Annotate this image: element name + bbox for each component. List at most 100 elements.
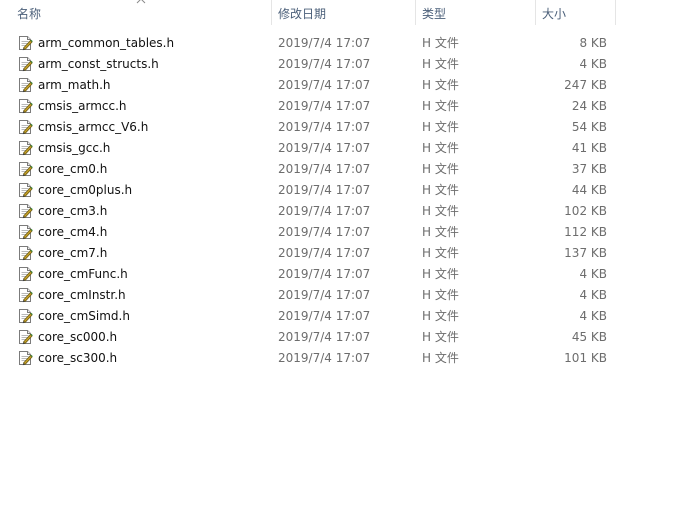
file-row[interactable]: core_cmInstr.h 2019/7/4 17:07 H 文件 4 KB — [0, 285, 674, 306]
header-file-icon — [19, 246, 33, 261]
file-name: core_cm4.h — [38, 225, 108, 239]
column-divider[interactable] — [271, 0, 272, 25]
file-row[interactable]: cmsis_armcc.h 2019/7/4 17:07 H 文件 24 KB — [0, 96, 674, 117]
column-divider[interactable] — [415, 0, 416, 25]
file-size: 37 KB — [571, 162, 607, 176]
file-name: core_cm0.h — [38, 162, 108, 176]
file-row[interactable]: core_cm4.h 2019/7/4 17:07 H 文件 112 KB — [0, 222, 674, 243]
file-type: H 文件 — [422, 351, 459, 365]
file-modified-date: 2019/7/4 17:07 — [278, 288, 371, 302]
file-modified-date: 2019/7/4 17:07 — [278, 57, 371, 71]
file-list: arm_common_tables.h 2019/7/4 17:07 H 文件 … — [0, 33, 674, 369]
file-modified-date: 2019/7/4 17:07 — [278, 162, 371, 176]
file-row[interactable]: core_cm0.h 2019/7/4 17:07 H 文件 37 KB — [0, 159, 674, 180]
file-name: cmsis_armcc.h — [38, 99, 127, 113]
column-divider[interactable] — [615, 0, 616, 25]
column-header-date-label: 修改日期 — [278, 7, 327, 21]
column-header-name[interactable]: 名称 — [17, 0, 271, 28]
file-type: H 文件 — [422, 309, 459, 323]
file-modified-date: 2019/7/4 17:07 — [278, 141, 371, 155]
file-type: H 文件 — [422, 330, 459, 344]
file-size: 41 KB — [571, 141, 607, 155]
file-row[interactable]: arm_const_structs.h 2019/7/4 17:07 H 文件 … — [0, 54, 674, 75]
file-type: H 文件 — [422, 99, 459, 113]
header-file-icon — [19, 225, 33, 240]
file-name: arm_const_structs.h — [38, 57, 159, 71]
column-header-type[interactable]: 类型 — [422, 0, 534, 28]
file-type: H 文件 — [422, 162, 459, 176]
file-name: core_sc300.h — [38, 351, 118, 365]
file-name: core_cmFunc.h — [38, 267, 128, 281]
file-row[interactable]: core_sc000.h 2019/7/4 17:07 H 文件 45 KB — [0, 327, 674, 348]
file-name: core_sc000.h — [38, 330, 118, 344]
file-name: core_cm7.h — [38, 246, 108, 260]
file-modified-date: 2019/7/4 17:07 — [278, 204, 371, 218]
file-modified-date: 2019/7/4 17:07 — [278, 225, 371, 239]
file-type: H 文件 — [422, 57, 459, 71]
file-row[interactable]: core_cm0plus.h 2019/7/4 17:07 H 文件 44 KB — [0, 180, 674, 201]
file-modified-date: 2019/7/4 17:07 — [278, 120, 371, 134]
file-row[interactable]: arm_math.h 2019/7/4 17:07 H 文件 247 KB — [0, 75, 674, 96]
file-size: 44 KB — [571, 183, 607, 197]
file-type: H 文件 — [422, 183, 459, 197]
file-size: 4 KB — [579, 267, 607, 281]
file-size: 8 KB — [579, 36, 607, 50]
file-row[interactable]: core_cmFunc.h 2019/7/4 17:07 H 文件 4 KB — [0, 264, 674, 285]
header-file-icon — [19, 330, 33, 345]
file-row[interactable]: core_sc300.h 2019/7/4 17:07 H 文件 101 KB — [0, 348, 674, 369]
file-name: core_cmSimd.h — [38, 309, 130, 323]
file-size: 4 KB — [579, 309, 607, 323]
header-file-icon — [19, 267, 33, 282]
column-header-date[interactable]: 修改日期 — [278, 0, 414, 28]
file-size: 4 KB — [579, 288, 607, 302]
file-modified-date: 2019/7/4 17:07 — [278, 183, 371, 197]
header-file-icon — [19, 204, 33, 219]
file-name: arm_common_tables.h — [38, 36, 175, 50]
file-name: arm_math.h — [38, 78, 111, 92]
file-type: H 文件 — [422, 204, 459, 218]
file-name: cmsis_gcc.h — [38, 141, 111, 155]
file-modified-date: 2019/7/4 17:07 — [278, 246, 371, 260]
header-file-icon — [19, 162, 33, 177]
file-modified-date: 2019/7/4 17:07 — [278, 267, 371, 281]
file-row[interactable]: core_cm3.h 2019/7/4 17:07 H 文件 102 KB — [0, 201, 674, 222]
header-file-icon — [19, 351, 33, 366]
column-header-size[interactable]: 大小 — [542, 0, 614, 28]
file-modified-date: 2019/7/4 17:07 — [278, 78, 371, 92]
file-type: H 文件 — [422, 246, 459, 260]
file-type: H 文件 — [422, 78, 459, 92]
file-modified-date: 2019/7/4 17:07 — [278, 99, 371, 113]
file-name: core_cmInstr.h — [38, 288, 126, 302]
column-divider[interactable] — [535, 0, 536, 25]
file-size: 137 KB — [564, 246, 607, 260]
file-modified-date: 2019/7/4 17:07 — [278, 309, 371, 323]
file-size: 24 KB — [571, 99, 607, 113]
column-header-size-label: 大小 — [542, 7, 567, 21]
file-modified-date: 2019/7/4 17:07 — [278, 36, 371, 50]
file-size: 45 KB — [571, 330, 607, 344]
file-row[interactable]: cmsis_gcc.h 2019/7/4 17:07 H 文件 41 KB — [0, 138, 674, 159]
file-name: core_cm3.h — [38, 204, 108, 218]
header-file-icon — [19, 120, 33, 135]
file-size: 247 KB — [564, 78, 607, 92]
column-header-type-label: 类型 — [422, 7, 447, 21]
file-row[interactable]: core_cm7.h 2019/7/4 17:07 H 文件 137 KB — [0, 243, 674, 264]
file-type: H 文件 — [422, 141, 459, 155]
header-file-icon — [19, 288, 33, 303]
file-row[interactable]: arm_common_tables.h 2019/7/4 17:07 H 文件 … — [0, 33, 674, 54]
header-file-icon — [19, 141, 33, 156]
header-file-icon — [19, 183, 33, 198]
file-row[interactable]: core_cmSimd.h 2019/7/4 17:07 H 文件 4 KB — [0, 306, 674, 327]
file-type: H 文件 — [422, 267, 459, 281]
file-size: 112 KB — [564, 225, 607, 239]
header-file-icon — [19, 78, 33, 93]
file-name: core_cm0plus.h — [38, 183, 133, 197]
file-size: 102 KB — [564, 204, 607, 218]
column-header-name-label: 名称 — [17, 7, 42, 21]
file-size: 4 KB — [579, 57, 607, 71]
file-size: 101 KB — [564, 351, 607, 365]
file-type: H 文件 — [422, 288, 459, 302]
file-row[interactable]: cmsis_armcc_V6.h 2019/7/4 17:07 H 文件 54 … — [0, 117, 674, 138]
header-file-icon — [19, 99, 33, 114]
header-file-icon — [19, 36, 33, 51]
